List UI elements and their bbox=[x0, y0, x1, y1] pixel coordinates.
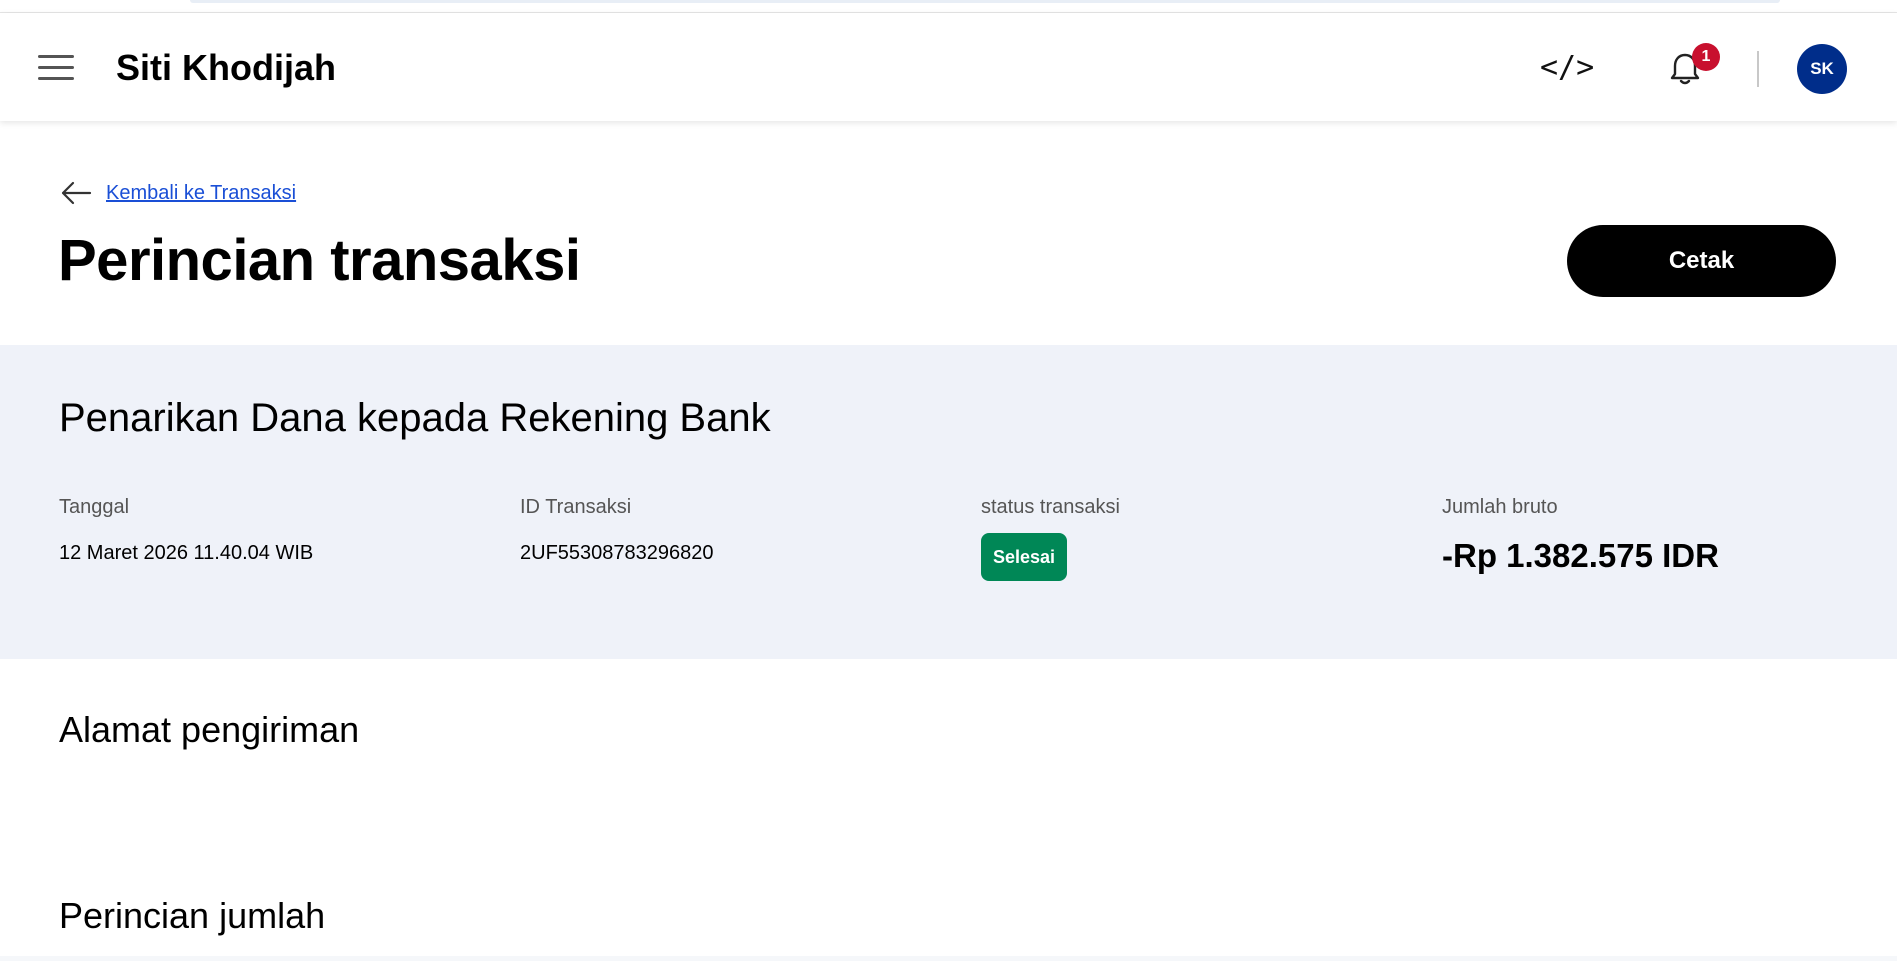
top-scroll-hint bbox=[190, 0, 1780, 3]
notifications-button[interactable]: 1 bbox=[1662, 43, 1720, 93]
status-badge: Selesai bbox=[981, 533, 1068, 581]
gross-amount-label: Jumlah bruto bbox=[1442, 496, 1558, 518]
transaction-id-label: ID Transaksi bbox=[520, 496, 632, 518]
page-title: Perincian transaksi bbox=[58, 228, 581, 293]
gross-amount-value: -Rp 1.382.575 IDR bbox=[1442, 537, 1719, 574]
date-value: 12 Maret 2026 11.40.04 WIB bbox=[59, 542, 314, 564]
amount-details-heading: Perincian jumlah bbox=[59, 895, 326, 936]
transaction-summary: Penarikan Dana kepada Rekening Bank Tang… bbox=[0, 345, 1897, 659]
gross-amount-field: Jumlah bruto -Rp 1.382.575 IDR bbox=[1442, 495, 1719, 579]
transaction-id-field: ID Transaksi 2UF55308783296820 bbox=[520, 495, 714, 565]
browser-top-strip bbox=[0, 0, 1897, 13]
status-field: status transaksi Selesai bbox=[981, 495, 1120, 581]
back-to-transactions-link[interactable]: Kembali ke Transaksi bbox=[60, 176, 296, 210]
date-label: Tanggal bbox=[59, 496, 130, 518]
header-divider bbox=[1757, 51, 1759, 87]
date-field: Tanggal 12 Maret 2026 11.40.04 WIB bbox=[59, 495, 313, 565]
status-label: status transaksi bbox=[981, 496, 1120, 518]
print-button[interactable]: Cetak bbox=[1567, 225, 1836, 297]
arrow-left-icon bbox=[61, 181, 92, 205]
hamburger-menu-icon[interactable] bbox=[32, 49, 80, 85]
transaction-type-title: Penarikan Dana kepada Rekening Bank bbox=[59, 396, 771, 440]
shipping-address-heading: Alamat pengiriman bbox=[59, 709, 360, 750]
app-header: Siti Khodijah </> 1 SK bbox=[0, 13, 1897, 121]
code-icon[interactable]: </> bbox=[1540, 48, 1594, 88]
back-link-text[interactable]: Kembali ke Transaksi bbox=[106, 182, 296, 205]
bottom-edge bbox=[0, 956, 1897, 961]
transaction-id-value: 2UF55308783296820 bbox=[520, 542, 714, 564]
header-user-name: Siti Khodijah bbox=[116, 47, 336, 88]
notification-count-badge: 1 bbox=[1692, 43, 1720, 71]
user-avatar[interactable]: SK bbox=[1797, 44, 1847, 94]
